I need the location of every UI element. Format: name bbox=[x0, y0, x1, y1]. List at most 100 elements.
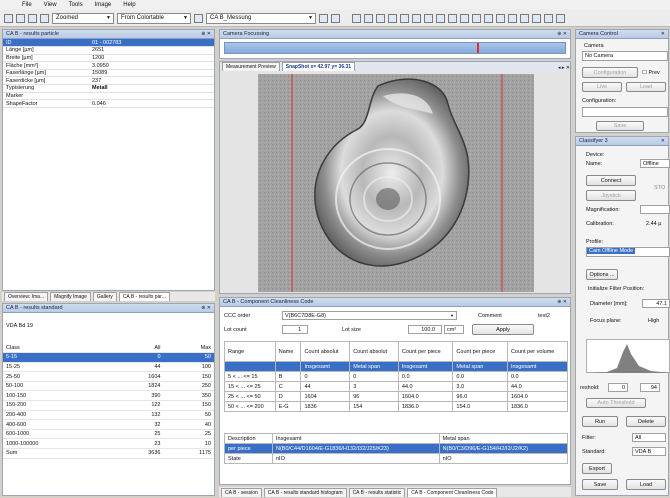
colortable-select[interactable]: From Colortable ▼ bbox=[117, 12, 191, 24]
ccc-order-select[interactable]: V(B6C7D8E-G8) ▼ bbox=[282, 311, 457, 320]
property-row[interactable]: ShapeFactor 0.046 bbox=[3, 99, 214, 108]
preview-checkbox[interactable]: ☐ Prev bbox=[642, 70, 660, 76]
connect-button[interactable]: Connect bbox=[586, 175, 636, 186]
desc-row[interactable]: State nIO nIO bbox=[224, 453, 569, 464]
new-icon[interactable] bbox=[4, 13, 13, 23]
save-button[interactable]: Save bbox=[582, 479, 618, 490]
standard-row[interactable]: 600-1000 25 25 bbox=[3, 429, 214, 440]
window-icon[interactable] bbox=[544, 13, 553, 23]
focus-bar[interactable] bbox=[224, 42, 566, 54]
zoom-100-icon[interactable] bbox=[388, 13, 397, 23]
live-button[interactable]: Live bbox=[582, 82, 622, 92]
tab-measurement-preview[interactable]: Measurement Preview bbox=[222, 62, 280, 71]
layout2-icon[interactable] bbox=[520, 13, 529, 23]
property-row[interactable]: Typisierung Metall bbox=[3, 84, 214, 93]
menu-image[interactable]: Image bbox=[95, 2, 112, 8]
tab-histogram[interactable]: CA B - results standard histogram bbox=[263, 488, 347, 497]
tab-magnify[interactable]: Magnify Image bbox=[50, 292, 91, 301]
close-icon[interactable]: ⊕ ✕ bbox=[557, 31, 567, 37]
property-row[interactable]: Faserdicke [µm] 237 bbox=[3, 76, 214, 86]
property-row[interactable]: Marker bbox=[3, 92, 214, 101]
export-button[interactable]: Export bbox=[582, 463, 612, 474]
property-row[interactable]: Länge [µm] 2651 bbox=[3, 46, 214, 55]
export-icon[interactable] bbox=[496, 13, 505, 23]
close-icon[interactable]: ✕ bbox=[661, 138, 665, 144]
apply-button[interactable]: Apply bbox=[472, 324, 534, 335]
tab-overview[interactable]: Overview: Ima... bbox=[4, 292, 49, 301]
property-row[interactable]: Fläche [mm²] 3.0950 bbox=[3, 61, 214, 70]
grid-icon[interactable] bbox=[400, 13, 409, 23]
standard-row[interactable]: 15-25 44 100 bbox=[3, 362, 214, 373]
run-button[interactable]: Run bbox=[582, 416, 618, 427]
tab-ccc[interactable]: CA B - Component Cleanliness Code bbox=[407, 488, 498, 497]
menu-help[interactable]: Help bbox=[123, 2, 135, 8]
report-icon[interactable] bbox=[484, 13, 493, 23]
standard-row[interactable]: 25-50 1604 150 bbox=[3, 371, 214, 382]
standard-row[interactable]: Sum 3636 1175 bbox=[3, 448, 214, 459]
standard-row[interactable]: 150-200 122 150 bbox=[3, 400, 214, 411]
menu-view[interactable]: View bbox=[44, 2, 57, 8]
threshold-max-field[interactable]: 94 bbox=[640, 383, 660, 392]
lot-unit-select[interactable]: cm² bbox=[444, 325, 464, 334]
open-icon[interactable] bbox=[16, 13, 25, 23]
property-row[interactable]: Faserlänge [µm] 15089 bbox=[3, 69, 214, 78]
histogram-icon[interactable] bbox=[472, 13, 481, 23]
close-icon[interactable]: ⊕ ✕ bbox=[201, 305, 211, 311]
device-name-field[interactable]: Offline bbox=[640, 159, 670, 168]
measure-icon[interactable] bbox=[436, 13, 445, 23]
standard-row[interactable]: 400-600 32 40 bbox=[3, 419, 214, 430]
zoom-select[interactable]: Zoomed ▼ bbox=[52, 12, 114, 24]
standard-row[interactable]: 1000-100000 23 10 bbox=[3, 438, 214, 450]
tab-gallery[interactable]: Gallery bbox=[92, 292, 117, 301]
diameter-field[interactable]: 47.1 bbox=[642, 299, 670, 308]
tab-statistic[interactable]: CA B - results statistic bbox=[348, 488, 406, 497]
ccc-row[interactable]: 25 < ... <= 50 D 1604 96 1604.0 96.0 1604.0 bbox=[224, 391, 569, 402]
lot-size-input[interactable]: 100.0 bbox=[408, 325, 442, 334]
close-icon[interactable]: ✕ bbox=[661, 31, 665, 37]
help-icon[interactable] bbox=[556, 13, 565, 23]
profile-select[interactable]: Cam Offline Mode bbox=[586, 247, 670, 257]
tab-results-particle[interactable]: CA B - results par... bbox=[118, 292, 170, 301]
standard-row[interactable]: 5-15 0 50 bbox=[3, 352, 214, 363]
zoom-fit-icon[interactable] bbox=[376, 13, 385, 23]
run-icon[interactable] bbox=[319, 13, 328, 23]
ccc-row[interactable]: 15 < ... <= 25 C 44 3 44.0 3.0 44.0 bbox=[224, 381, 569, 392]
save-icon[interactable] bbox=[28, 13, 37, 23]
measure-select[interactable]: CA B_Messung ▼ bbox=[206, 12, 316, 24]
standard-row[interactable]: 100-150 390 350 bbox=[3, 390, 214, 402]
ccc-row[interactable]: 5 < ... <= 15 B 0 0 0.0 0.0 0.0 bbox=[224, 371, 569, 382]
tab-snapshot[interactable]: SnapShot x= 42.97 y= 36.31 bbox=[281, 62, 356, 71]
property-row[interactable]: ID 01 - 002783 bbox=[3, 39, 214, 48]
camera-icon[interactable] bbox=[448, 13, 457, 23]
configuration-button[interactable]: Configuration bbox=[582, 67, 638, 78]
comment-value[interactable]: test2 bbox=[538, 313, 550, 319]
options-button[interactable]: Options ... bbox=[586, 269, 618, 280]
joystick-button[interactable]: Joystick bbox=[586, 190, 636, 201]
threshold-histogram[interactable] bbox=[586, 339, 670, 373]
property-row[interactable]: Breite [µm] 1200 bbox=[3, 54, 214, 63]
snapshot-icon[interactable] bbox=[460, 13, 469, 23]
layout1-icon[interactable] bbox=[508, 13, 517, 23]
overlay-icon[interactable] bbox=[412, 13, 421, 23]
standard-row[interactable]: 200-400 132 50 bbox=[3, 410, 214, 421]
filter-select[interactable]: All bbox=[632, 433, 666, 442]
close-icon[interactable]: ⊕ ✕ bbox=[557, 299, 567, 305]
close-icon[interactable]: ⊕ ✕ bbox=[201, 31, 211, 37]
settings-icon[interactable] bbox=[194, 13, 203, 23]
delete-button[interactable]: Delete bbox=[626, 416, 666, 427]
load-button[interactable]: Load bbox=[626, 479, 666, 490]
configuration-field[interactable] bbox=[582, 107, 668, 117]
print-icon[interactable] bbox=[40, 13, 49, 23]
stop-icon[interactable] bbox=[331, 13, 340, 23]
magnification-field[interactable] bbox=[640, 205, 670, 214]
threshold-min-field[interactable]: 0 bbox=[608, 383, 628, 392]
particle-image[interactable] bbox=[258, 74, 534, 292]
load-camera-button[interactable]: Load bbox=[626, 82, 666, 92]
camera-select[interactable]: No Camera bbox=[582, 51, 668, 61]
lot-count-input[interactable]: 1 bbox=[282, 325, 308, 334]
close-icon[interactable]: ◂ ▸ ✕ bbox=[558, 65, 570, 71]
zoom-in-icon[interactable] bbox=[352, 13, 361, 23]
tab-session[interactable]: CA B - session bbox=[221, 488, 262, 497]
zoom-out-icon[interactable] bbox=[364, 13, 373, 23]
menu-file[interactable]: File bbox=[22, 2, 32, 8]
